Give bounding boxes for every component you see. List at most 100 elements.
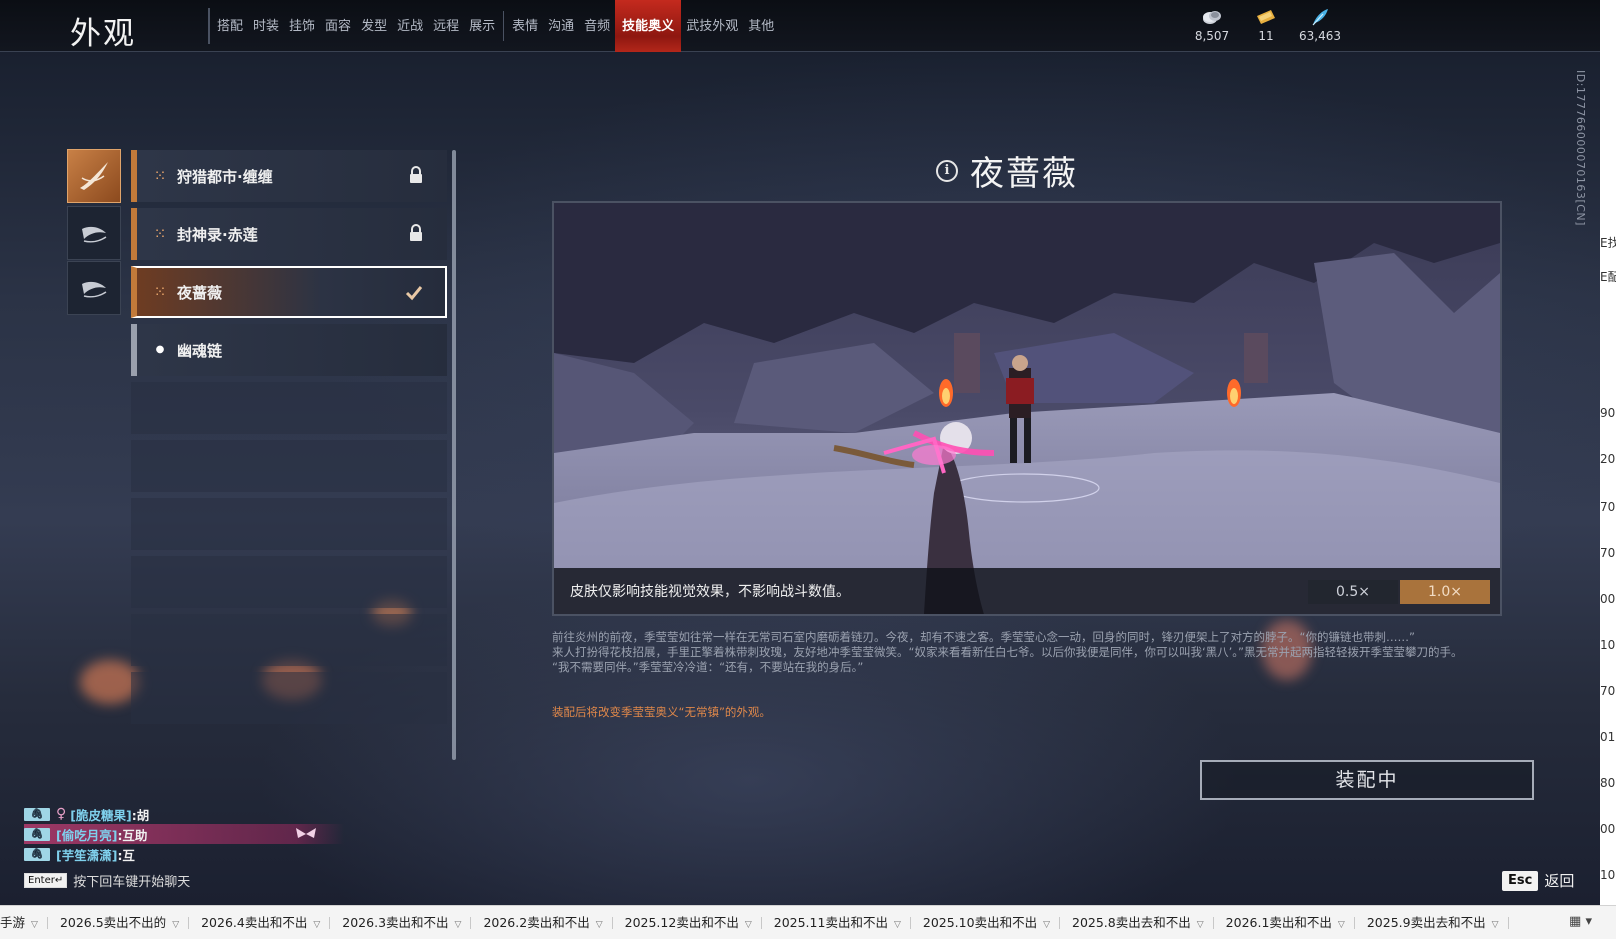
sheet-tab[interactable]: 2026.2卖出和不出 ▽ xyxy=(471,906,613,939)
sheet-tab[interactable]: 2025.8卖出去和不出 ▽ xyxy=(1060,906,1214,939)
sheet-tab[interactable]: 2026.1卖出和不出 ▽ xyxy=(1214,906,1356,939)
skin-item-ghost-chain[interactable]: ● 幽魂链 xyxy=(131,324,447,376)
chevron-down-icon[interactable]: ▽ xyxy=(745,908,752,939)
sheet-tab-label: 手游 xyxy=(0,914,26,930)
chat-input-hint[interactable]: Enter↵ 按下回车键开始聊天 xyxy=(24,871,190,890)
sheet-tab[interactable]: 2025.10卖出和不出 ▽ xyxy=(911,906,1061,939)
weapon-category-1[interactable] xyxy=(67,149,121,203)
top-bar: 外观 搭配 时装 挂饰 面容 发型 近战 远程 展示 表情 沟通 音频 技能奥义… xyxy=(0,0,1600,52)
tab-accessory[interactable]: 挂饰 xyxy=(284,0,320,52)
chat-message[interactable]: 🖇 [偷吃月亮] :互助 xyxy=(24,824,344,844)
equip-button[interactable]: 装配中 xyxy=(1200,760,1534,800)
skin-item-night-rose[interactable]: ⁙ 夜蔷薇 xyxy=(131,266,447,318)
info-icon[interactable]: i xyxy=(936,159,958,182)
sheet-tab[interactable]: 2026.4卖出和不出 ▽ xyxy=(189,906,331,939)
screen: 外观 搭配 时装 挂饰 面容 发型 近战 远程 展示 表情 沟通 音频 技能奥义… xyxy=(0,0,1616,939)
chevron-down-icon[interactable]: ▽ xyxy=(313,908,320,939)
tab-audio[interactable]: 音频 xyxy=(579,0,615,52)
skin-description: 前往炎州的前夜，季莹莹如往常一样在无常司石室内磨砺着链刃。今夜，却有不速之客。季… xyxy=(552,630,1497,675)
empty-skin-slot xyxy=(131,614,447,666)
sheet-tab-label: 2026.1卖出和不出 xyxy=(1225,914,1332,930)
sheet-tab-label: 2025.9卖出去和不出 xyxy=(1366,914,1486,930)
chevron-down-icon[interactable]: ▽ xyxy=(596,908,603,939)
chat-sender[interactable]: [芋笙潇潇] xyxy=(56,845,117,864)
feather-icon xyxy=(1312,9,1328,26)
cell-text: 90° xyxy=(1600,406,1616,420)
sheet-list-menu-icon[interactable]: ▦ ▾ xyxy=(1569,914,1592,929)
category-tabs: 搭配 时装 挂饰 面容 发型 近战 远程 展示 表情 沟通 音频 技能奥义 武技… xyxy=(212,0,779,52)
empty-skin-slot xyxy=(131,498,447,550)
chevron-down-icon[interactable]: ▽ xyxy=(172,908,179,939)
tab-display[interactable]: 展示 xyxy=(464,0,500,52)
sheet-tab[interactable]: 2025.12卖出和不出 ▽ xyxy=(613,906,762,939)
weapon-skill-icon xyxy=(82,226,107,243)
empty-skin-slot xyxy=(131,440,447,492)
tab-other[interactable]: 其他 xyxy=(743,0,779,52)
speed-1-0x-button[interactable]: 1.0× xyxy=(1400,580,1490,604)
sheet-tab-label: 2026.5卖出不出的 xyxy=(59,914,167,930)
tab-martial-art-skin[interactable]: 武技外观 xyxy=(681,0,743,52)
weapon-skill-icon xyxy=(80,162,108,190)
chat-text: :胡 xyxy=(131,807,150,823)
back-button[interactable]: Esc 返回 xyxy=(1502,870,1574,891)
currency-tickets: 11 xyxy=(1236,8,1296,43)
equip-note: 装配后将改变季莹莹奥义“无常镇”的外观。 xyxy=(552,705,771,719)
chat-message[interactable]: 🖇 [芋笙潇潇] :互 xyxy=(24,844,344,864)
sheet-tab-label: 2026.2卖出和不出 xyxy=(483,914,590,930)
cell-text: E找 xyxy=(1600,236,1616,250)
tab-face[interactable]: 面容 xyxy=(320,0,356,52)
chevron-down-icon[interactable]: ▽ xyxy=(455,908,462,939)
coin-stack-icon xyxy=(1203,11,1221,24)
currency-feathers: 63,463 xyxy=(1290,8,1350,43)
speed-0-5x-button[interactable]: 0.5× xyxy=(1308,580,1398,604)
sheet-tab[interactable]: 2025.11卖出和不出 ▽ xyxy=(762,906,912,939)
tab-hairstyle[interactable]: 发型 xyxy=(356,0,392,52)
skin-item-hunting-city[interactable]: ⁙ 狩猎都市·缠缠 xyxy=(131,150,447,202)
tab-ranged[interactable]: 远程 xyxy=(428,0,464,52)
chevron-down-icon[interactable]: ▽ xyxy=(1338,908,1345,939)
lock-icon xyxy=(410,166,422,183)
cell-text: 80° xyxy=(1600,776,1616,790)
preview-scene xyxy=(554,203,1500,614)
female-icon: ♀ xyxy=(56,806,67,822)
spreadsheet-sheet-tabs: 手游 ▽ 2026.5卖出不出的 ▽ 2026.4卖出和不出 ▽ 2026.3卖出和不… xyxy=(0,905,1616,939)
empty-skin-slot xyxy=(131,672,447,724)
tab-fashion[interactable]: 时装 xyxy=(248,0,284,52)
sheet-tab-label: 2025.8卖出去和不出 xyxy=(1072,914,1191,930)
chat-sender[interactable]: [偷吃月亮] xyxy=(56,825,117,844)
chevron-down-icon[interactable]: ▽ xyxy=(1043,908,1050,939)
description-line: “我不需要同伴。”季莹莹冷冷道：“还有，不要站在我的身后。” xyxy=(552,660,864,674)
weapon-category-2[interactable] xyxy=(67,206,121,260)
tab-emote[interactable]: 表情 xyxy=(507,0,543,52)
cell-text: 20° xyxy=(1600,452,1616,466)
tab-outfit-set[interactable]: 搭配 xyxy=(212,0,248,52)
tab-melee[interactable]: 近战 xyxy=(392,0,428,52)
chevron-down-icon[interactable]: ▽ xyxy=(31,908,38,939)
tab-skill-ultimate[interactable]: 技能奥义 xyxy=(615,0,682,52)
tab-communication[interactable]: 沟通 xyxy=(543,0,579,52)
chat-sender[interactable]: [脆皮糖果] xyxy=(70,805,131,824)
list-scrollbar[interactable] xyxy=(452,150,456,760)
chat-message[interactable]: 🖇 ♀ [脆皮糖果] :胡 xyxy=(24,804,344,824)
chevron-down-icon[interactable]: ▽ xyxy=(894,908,901,939)
skin-title: 夜蔷薇 xyxy=(970,154,1078,194)
divider xyxy=(503,11,505,41)
weapon-category-3[interactable] xyxy=(67,261,121,315)
skin-item-red-lotus[interactable]: ⁙ 封神录·赤莲 xyxy=(131,208,447,260)
chevron-down-icon[interactable]: ▽ xyxy=(1492,908,1499,939)
sheet-tab-label: 2025.11卖出和不出 xyxy=(773,914,888,930)
skin-name: 夜蔷薇 xyxy=(177,283,223,302)
sheet-tab[interactable]: 2025.9卖出去和不出 ▽ xyxy=(1355,906,1509,939)
skin-preview-video[interactable]: 皮肤仅影响技能视觉效果，不影响战斗数值。 0.5× 1.0× xyxy=(552,201,1502,616)
currency-value: 63,463 xyxy=(1299,29,1341,43)
chat-channel-icon: 🖇 xyxy=(24,847,50,861)
sheet-tab[interactable]: 2026.5卖出不出的 ▽ xyxy=(48,906,190,939)
cell-text: 10° xyxy=(1600,638,1616,652)
butterfly-icon xyxy=(296,828,316,838)
cell-text: 00° xyxy=(1600,592,1616,606)
sheet-tab-label: 2026.4卖出和不出 xyxy=(201,914,308,930)
sheet-tab[interactable]: 2026.3卖出和不出 ▽ xyxy=(330,906,472,939)
skin-name: 幽魂链 xyxy=(177,341,223,360)
sheet-tab[interactable]: 手游 ▽ xyxy=(0,906,48,939)
chevron-down-icon[interactable]: ▽ xyxy=(1197,908,1204,939)
